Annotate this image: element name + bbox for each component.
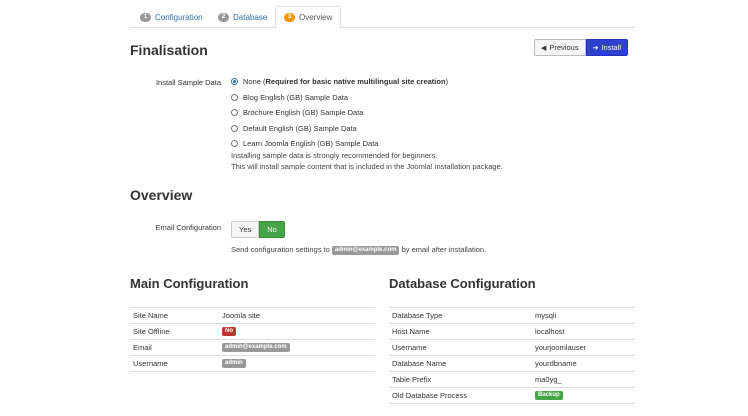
config-key: Site Offline [130,323,219,340]
config-key: Email [130,339,219,356]
table-row: Username admin [130,355,375,372]
radio-button[interactable] [231,124,238,132]
config-key: Username [130,355,219,372]
sample-data-option-brochure[interactable]: Brochure English (GB) Sample Data [231,105,448,121]
email-config-label: Email Configuration [155,223,221,232]
navigation-buttons: ◀ Previous ➜ Install [534,39,629,56]
step-number-badge: 1 [140,12,151,22]
config-key: Site Name [130,307,219,324]
arrow-left-icon: ◀ [541,44,547,52]
no-button[interactable]: No [259,221,285,238]
config-key: Host Name [389,323,532,340]
table-row: Site Name Joomla site [130,307,375,324]
yes-button[interactable]: Yes [231,221,260,238]
table-row: Old Database Process Backup [389,387,635,404]
main-config-table: Site Name Joomla site Site Offline No Em… [130,307,375,372]
install-label: Install [601,43,622,52]
config-value: admin [219,355,375,372]
radio-button[interactable] [231,109,238,117]
username-badge: admin [222,359,246,369]
sample-data-options: None (Required for basic native multilin… [231,74,448,152]
config-value: yourdbname [532,355,635,372]
offline-badge: No [222,327,236,337]
config-value: localhost [532,323,635,340]
tab-overview[interactable]: 3 Overview [275,6,342,29]
sample-data-label: Install Sample Data [155,78,221,87]
install-button[interactable]: ➜ Install [585,39,629,56]
step-number-badge: 2 [218,12,229,22]
db-config-heading: Database Configuration [389,276,536,291]
finalisation-heading: Finalisation [130,42,208,58]
tab-database[interactable]: 2 Database [210,6,275,28]
overview-heading: Overview [130,187,193,203]
backup-badge: Backup [535,391,563,401]
option-label: Brochure English (GB) Sample Data [243,108,364,118]
help-line: This will install sample content that is… [231,162,503,171]
help-line: Installing sample data is strongly recom… [231,151,438,160]
tab-label: Configuration [155,12,203,22]
config-value: admin@example.com [219,339,375,356]
option-label: Learn Joomla English (GB) Sample Data [243,139,379,149]
config-value: Backup [532,387,635,404]
table-row: Table Prefix ma0yg_ [389,371,635,388]
radio-button[interactable] [231,78,238,86]
table-row: Site Offline No [130,323,375,340]
config-value: ma0yg_ [532,371,635,388]
radio-button[interactable] [231,140,238,148]
table-row: Database Type mysqli [389,307,635,324]
config-value: mysqli [532,307,635,324]
config-value: yourjoomlauser [532,339,635,356]
sample-data-help: Installing sample data is strongly recom… [231,150,503,172]
sample-data-option-default[interactable]: Default English (GB) Sample Data [231,121,448,137]
previous-button[interactable]: ◀ Previous [534,39,586,56]
table-row: Host Name localhost [389,323,635,340]
sample-data-option-none[interactable]: None (Required for basic native multilin… [231,74,448,90]
option-label: None (Required for basic native multilin… [243,77,449,87]
sample-data-option-blog[interactable]: Blog English (GB) Sample Data [231,90,448,106]
config-key: Old Database Process [389,387,532,404]
arrow-right-icon: ➜ [592,44,599,52]
previous-label: Previous [549,43,579,52]
table-row: Email admin@example.com [130,339,375,356]
step-number-badge: 3 [284,13,295,22]
tab-label: Database [233,12,268,22]
config-value: Joomla site [219,307,375,324]
email-send-note: Send configuration settings to admin@exa… [231,245,487,255]
table-row: Username yourjoomlauser [389,339,635,356]
email-badge: admin@example.com [331,245,400,255]
option-label: Default English (GB) Sample Data [243,123,357,133]
config-key: Table Prefix [389,371,532,388]
config-key: Database Type [389,307,532,324]
main-config-heading: Main Configuration [130,276,249,291]
table-row: Database Name yourdbname [389,355,635,372]
tab-label: Overview [299,13,333,22]
db-config-table: Database Type mysqli Host Name localhost… [389,307,635,404]
email-config-toggle: Yes No [231,221,285,238]
email-badge: admin@example.com [222,343,290,353]
radio-button[interactable] [231,93,238,101]
tab-configuration[interactable]: 1 Configuration [132,6,211,28]
config-key: Database Name [389,355,532,372]
config-key: Username [389,339,532,356]
option-label: Blog English (GB) Sample Data [243,92,349,102]
config-value: No [219,323,375,340]
step-tabs: 1 Configuration 2 Database 3 Overview [130,6,635,29]
